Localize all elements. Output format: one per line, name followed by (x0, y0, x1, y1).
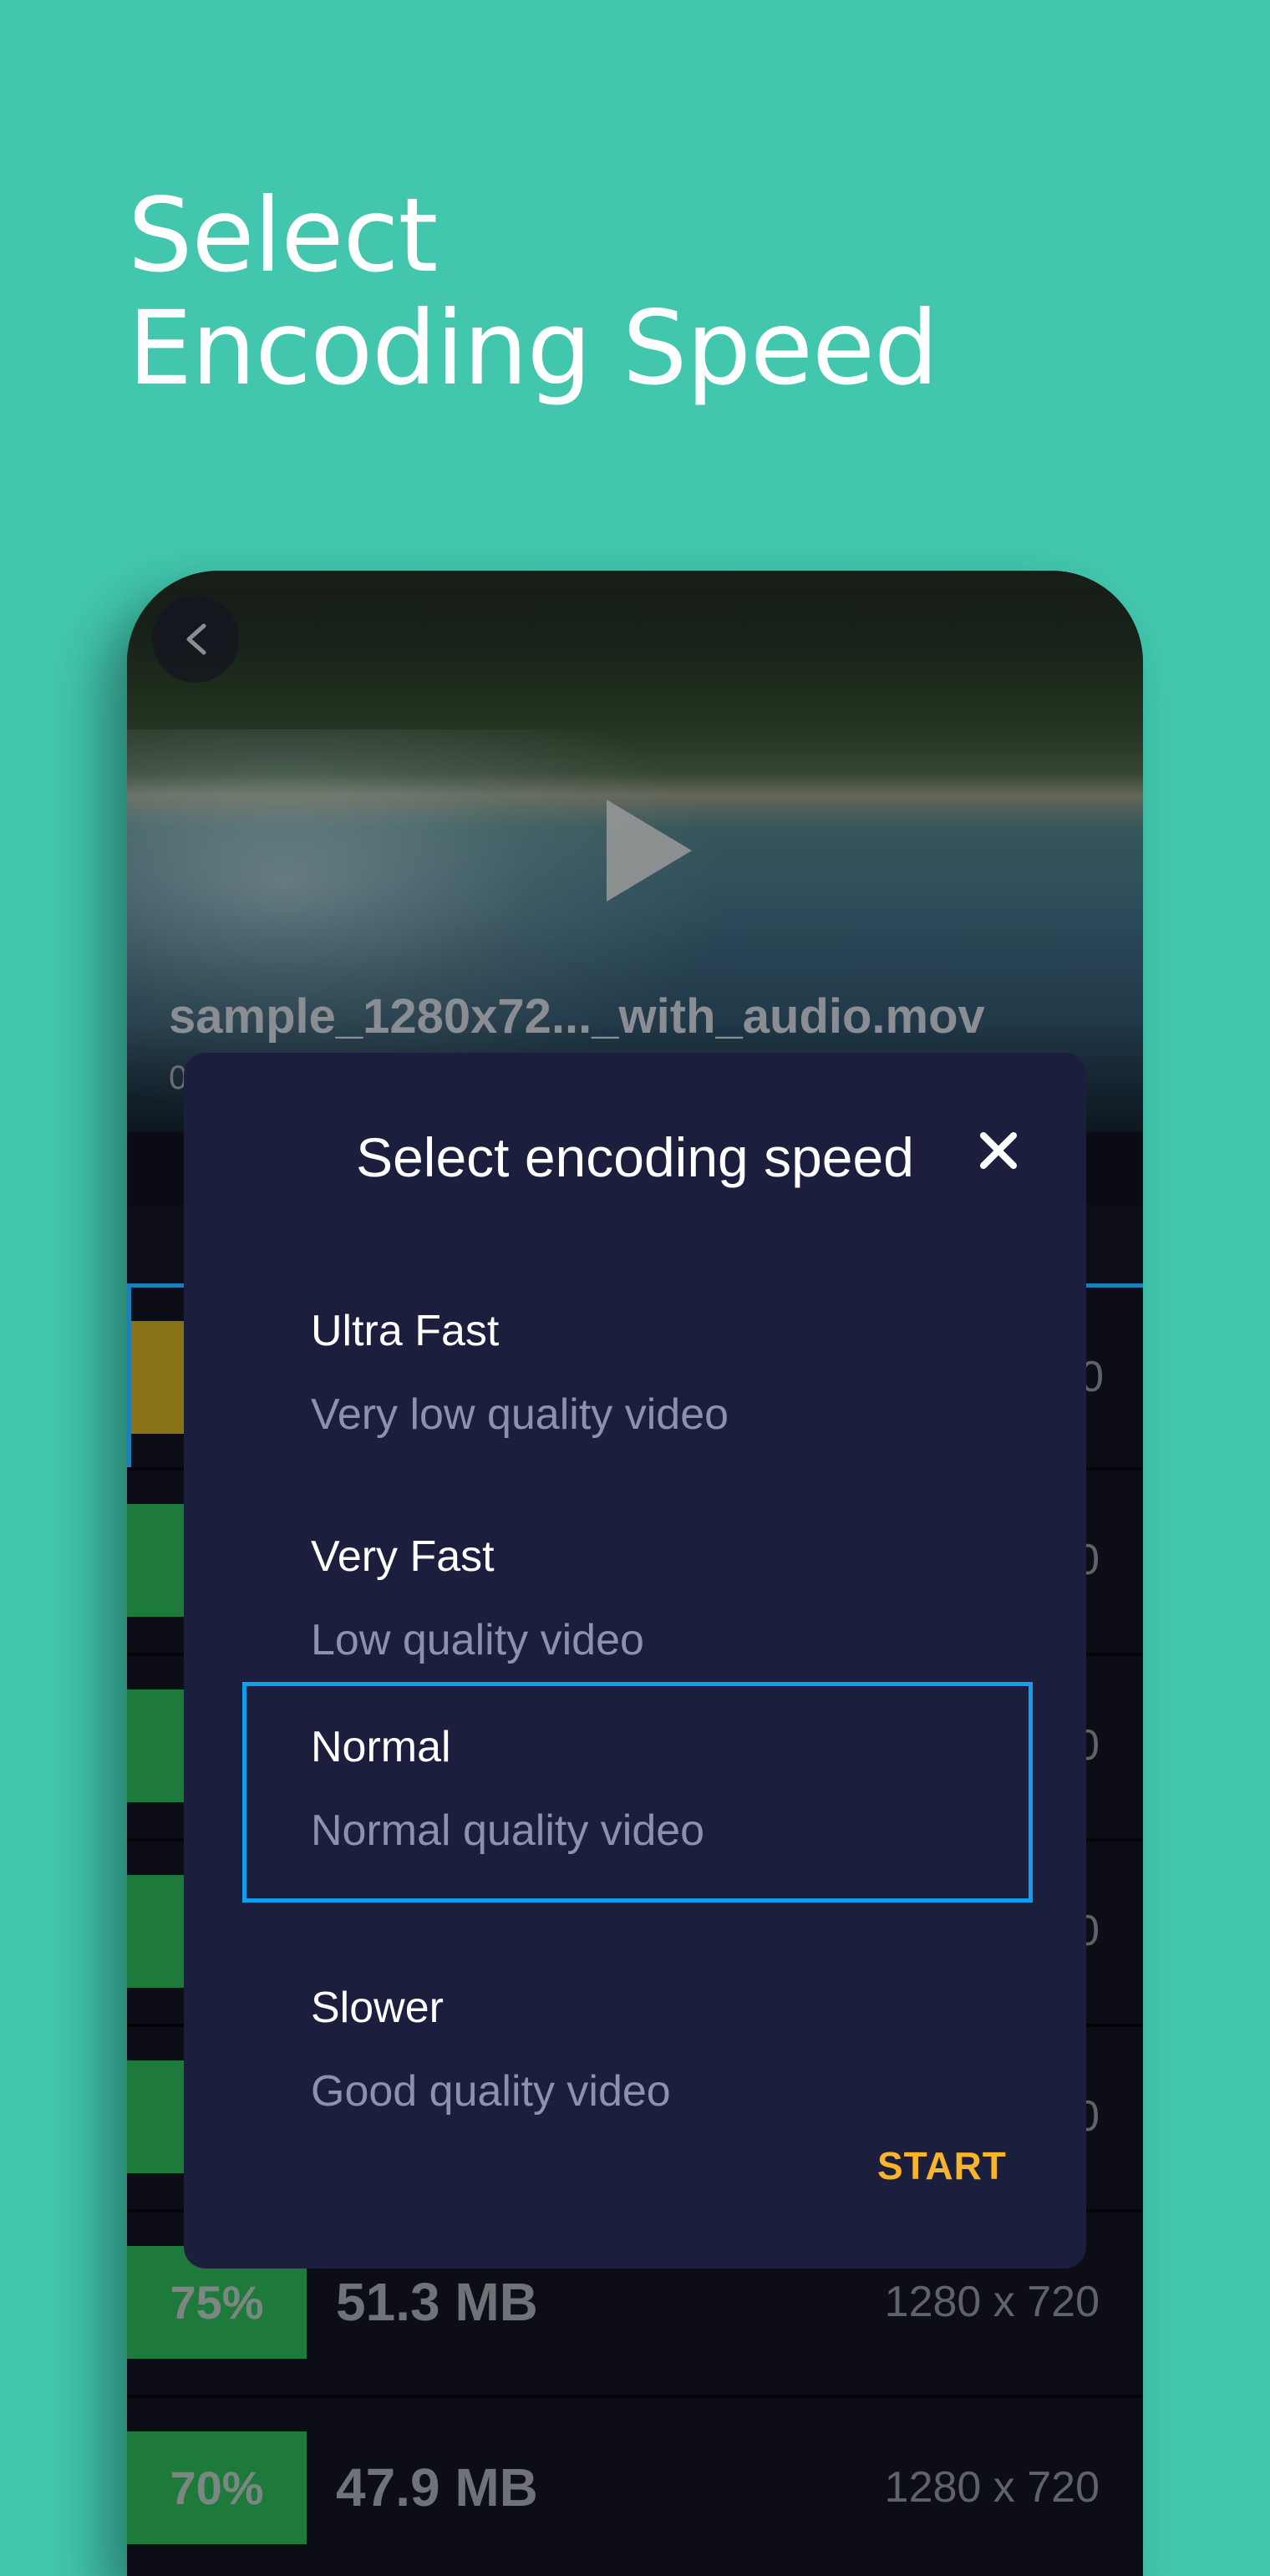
option-description: Normal quality video (311, 1806, 705, 1855)
back-button[interactable] (152, 596, 239, 683)
option-description: Very low quality video (311, 1390, 729, 1439)
option-very-fast[interactable]: Very Fast Low quality video (242, 1491, 1033, 1712)
video-preview[interactable]: sample_1280x72..._with_audio.mov 0 (127, 571, 1143, 1132)
option-slower[interactable]: Slower Good quality video (242, 1943, 1033, 2163)
option-description: Good quality video (311, 2067, 671, 2116)
option-name: Very Fast (311, 1532, 495, 1581)
option-normal[interactable]: Normal Normal quality video (242, 1682, 1033, 1903)
start-button[interactable]: START (877, 2143, 1007, 2188)
option-description: Low quality video (311, 1616, 644, 1664)
file-size: 47.9 MB (336, 2457, 538, 2518)
encoding-speed-dialog: Select encoding speed Ultra Fast Very lo… (184, 1053, 1086, 2269)
option-ultra-fast[interactable]: Ultra Fast Very low quality video (242, 1266, 1033, 1486)
option-name: Slower (311, 1984, 444, 2032)
video-file-name: sample_1280x72..._with_audio.mov (169, 989, 985, 1044)
result-row[interactable]: 70% 47.9 MB 1280 x 720 (127, 2395, 1143, 2576)
close-button[interactable] (969, 1121, 1028, 1180)
percent-badge: 70% (127, 2431, 307, 2544)
chevron-left-icon (186, 623, 206, 655)
resolution: 1280 x 720 (884, 2463, 1100, 2512)
close-icon (980, 1132, 1017, 1169)
headline: Select Encoding Speed (128, 176, 938, 408)
headline-line-1: Select (128, 176, 438, 295)
dialog-title: Select encoding speed (356, 1126, 914, 1188)
headline-line-2: Encoding Speed (128, 289, 938, 408)
play-icon[interactable] (603, 796, 695, 905)
option-name: Normal (311, 1723, 451, 1771)
option-name: Ultra Fast (311, 1307, 500, 1355)
